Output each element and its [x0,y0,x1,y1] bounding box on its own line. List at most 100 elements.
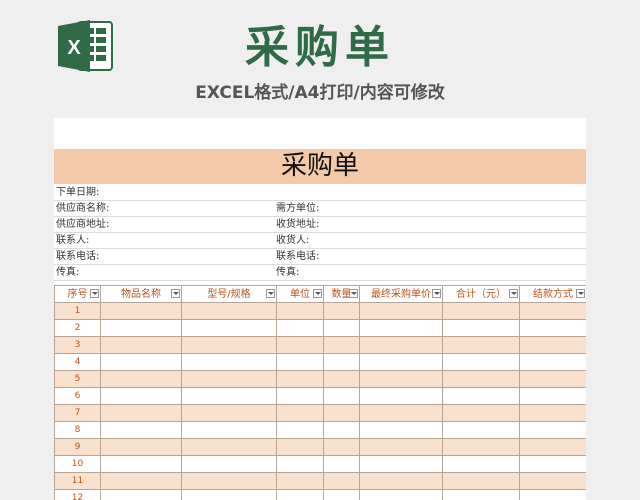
table-cell[interactable] [323,438,360,456]
table-cell[interactable] [519,489,586,500]
table-cell[interactable] [276,387,324,405]
table-cell[interactable] [359,336,443,354]
info-label-right[interactable]: 收货地址: [276,217,319,232]
row-number-cell[interactable]: 6 [54,387,101,405]
table-cell[interactable] [359,455,443,473]
table-cell[interactable] [519,438,586,456]
table-cell[interactable] [323,489,360,500]
column-header-quantity[interactable]: 数量 [323,285,360,303]
info-label-left[interactable]: 联系人: [56,233,89,248]
table-cell[interactable] [359,353,443,371]
info-label-left[interactable]: 联系电话: [56,249,99,264]
table-cell[interactable] [442,302,520,320]
column-header-unit[interactable]: 单位 [276,285,324,303]
table-cell[interactable] [100,387,182,405]
table-cell[interactable] [100,370,182,388]
table-cell[interactable] [519,370,586,388]
table-cell[interactable] [519,472,586,490]
table-cell[interactable] [181,472,277,490]
filter-dropdown-icon[interactable] [349,289,358,298]
table-cell[interactable] [100,472,182,490]
table-cell[interactable] [519,387,586,405]
table-cell[interactable] [519,404,586,422]
table-cell[interactable] [519,455,586,473]
table-cell[interactable] [442,319,520,337]
column-header-unit-price[interactable]: 最终采购单价 [359,285,443,303]
filter-dropdown-icon[interactable] [266,289,275,298]
info-label-right[interactable]: 需方单位: [276,201,319,216]
table-cell[interactable] [276,455,324,473]
column-header-item-name[interactable]: 物品名称 [100,285,182,303]
table-cell[interactable] [323,353,360,371]
row-number-cell[interactable]: 4 [54,353,101,371]
filter-dropdown-icon[interactable] [313,289,322,298]
column-header-payment[interactable]: 结款方式 [519,285,586,303]
row-number-cell[interactable]: 1 [54,302,101,320]
table-cell[interactable] [181,438,277,456]
table-cell[interactable] [276,336,324,354]
filter-dropdown-icon[interactable] [509,289,518,298]
info-label-left[interactable]: 传真: [56,265,79,280]
row-number-cell[interactable]: 5 [54,370,101,388]
table-cell[interactable] [442,455,520,473]
table-cell[interactable] [519,421,586,439]
table-cell[interactable] [519,302,586,320]
filter-dropdown-icon[interactable] [432,289,441,298]
table-cell[interactable] [100,489,182,500]
table-cell[interactable] [181,302,277,320]
table-cell[interactable] [323,421,360,439]
table-cell[interactable] [100,353,182,371]
table-cell[interactable] [181,319,277,337]
table-cell[interactable] [359,302,443,320]
table-cell[interactable] [181,370,277,388]
table-cell[interactable] [100,319,182,337]
table-cell[interactable] [519,353,586,371]
row-number-cell[interactable]: 11 [54,472,101,490]
table-cell[interactable] [323,319,360,337]
table-cell[interactable] [359,438,443,456]
row-number-cell[interactable]: 10 [54,455,101,473]
filter-dropdown-icon[interactable] [90,289,99,298]
table-cell[interactable] [519,336,586,354]
filter-dropdown-icon[interactable] [576,289,585,298]
table-cell[interactable] [323,302,360,320]
column-header-index[interactable]: 序号 [54,285,101,303]
table-cell[interactable] [276,302,324,320]
table-cell[interactable] [323,387,360,405]
table-cell[interactable] [359,404,443,422]
table-cell[interactable] [100,336,182,354]
table-cell[interactable] [276,370,324,388]
row-number-cell[interactable]: 12 [54,489,101,500]
table-cell[interactable] [323,472,360,490]
table-cell[interactable] [181,336,277,354]
table-cell[interactable] [276,489,324,500]
table-cell[interactable] [359,421,443,439]
table-cell[interactable] [442,387,520,405]
table-cell[interactable] [276,404,324,422]
table-cell[interactable] [359,319,443,337]
table-cell[interactable] [100,438,182,456]
table-cell[interactable] [100,302,182,320]
table-cell[interactable] [359,489,443,500]
row-number-cell[interactable]: 8 [54,421,101,439]
table-cell[interactable] [442,489,520,500]
table-cell[interactable] [181,489,277,500]
table-cell[interactable] [276,319,324,337]
info-label-right[interactable]: 传真: [276,265,299,280]
info-label-right[interactable]: 收货人: [276,233,309,248]
table-cell[interactable] [181,455,277,473]
table-cell[interactable] [442,404,520,422]
table-cell[interactable] [359,472,443,490]
table-cell[interactable] [323,455,360,473]
table-cell[interactable] [359,387,443,405]
table-cell[interactable] [442,438,520,456]
table-cell[interactable] [323,404,360,422]
table-cell[interactable] [100,455,182,473]
table-cell[interactable] [442,370,520,388]
table-cell[interactable] [181,353,277,371]
table-cell[interactable] [323,370,360,388]
info-label-left[interactable]: 供应商地址: [56,217,109,232]
table-cell[interactable] [359,370,443,388]
info-label-left[interactable]: 下单日期: [56,185,99,200]
table-cell[interactable] [100,404,182,422]
